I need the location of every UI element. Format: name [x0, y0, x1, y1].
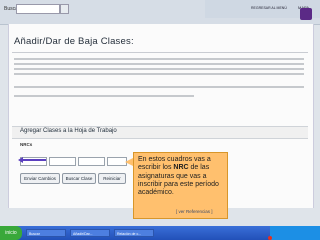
- instructions-line: [14, 63, 304, 65]
- nrc-input[interactable]: [107, 157, 127, 166]
- page-title: Añadir/Dar de Baja Clases:: [14, 36, 134, 47]
- cursor-dot-icon: [268, 236, 272, 240]
- highlight-arrow: [20, 159, 46, 161]
- enviar-cambios-button[interactable]: Enviar Cambios: [20, 173, 60, 184]
- instructions-line: [14, 95, 194, 97]
- instructions-line: [14, 68, 304, 70]
- callout-pointer: [125, 158, 133, 166]
- nrcs-label: NRCs: [20, 142, 33, 147]
- buscar-clase-button[interactable]: Buscar Clase: [62, 173, 96, 184]
- instructions-line: [14, 73, 304, 75]
- return-to-menu-link[interactable]: REGRESAR AL MENÚ: [251, 6, 287, 10]
- reiniciar-button[interactable]: Reiniciar: [98, 173, 126, 184]
- references-link[interactable]: [ ver Referencias ]: [176, 209, 213, 214]
- nrc-input[interactable]: [49, 157, 76, 166]
- search-input[interactable]: [16, 4, 60, 14]
- system-tray: [270, 226, 320, 240]
- start-button[interactable]: inicio: [0, 226, 22, 240]
- university-logo-icon: [300, 8, 312, 20]
- divider: [12, 52, 308, 53]
- arrow-head-icon: [18, 157, 23, 163]
- instructions-line: [14, 86, 304, 88]
- callout-text-bold: NRC: [173, 164, 189, 172]
- taskbar-item[interactable]: Relación de c...: [114, 229, 154, 237]
- taskbar-item[interactable]: Añadir/Dar...: [70, 229, 110, 237]
- instructions-line: [14, 58, 304, 60]
- search-go-button[interactable]: [60, 4, 69, 14]
- nrc-input[interactable]: [78, 157, 105, 166]
- form-title: Agregar Clases a la Hoja de Trabajo: [20, 128, 117, 134]
- taskbar-item[interactable]: Buscar: [26, 229, 66, 237]
